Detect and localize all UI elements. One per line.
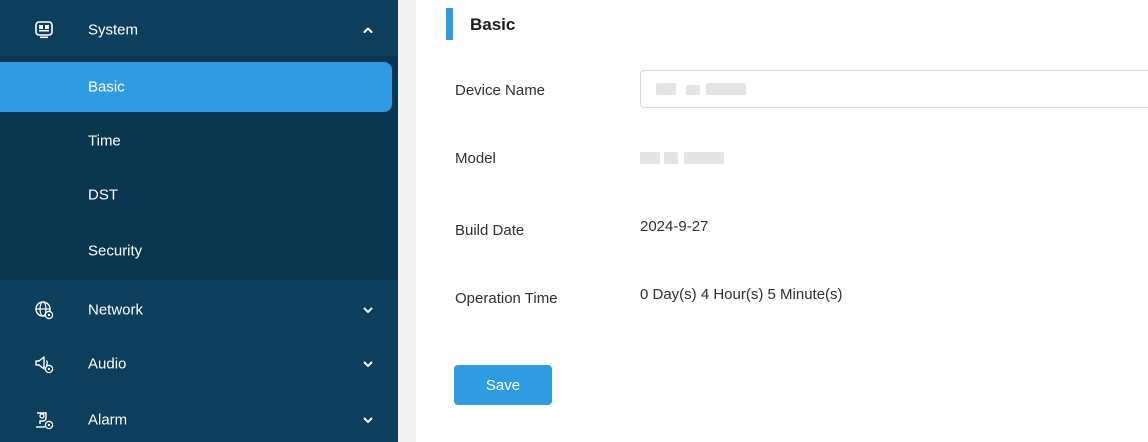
alarm-user-gear-icon	[36, 412, 54, 430]
chevron-down-icon	[363, 307, 373, 313]
sidebar-item-network[interactable]: Network	[0, 288, 398, 332]
build-date-value: 2024-9-27	[640, 218, 709, 235]
sidebar-item-security[interactable]: Security	[0, 226, 398, 276]
chevron-down-icon	[363, 361, 373, 367]
model-label: Model	[455, 150, 496, 167]
chevron-up-icon	[363, 27, 373, 33]
sidebar-item-time[interactable]: Time	[0, 116, 398, 166]
device-name-field-wrap	[640, 70, 1148, 108]
sidebar-item-label: Network	[88, 301, 144, 319]
sidebar-item-label: Basic	[88, 78, 125, 96]
operation-time-value: 0 Day(s) 4 Hour(s) 5 Minute(s)	[640, 286, 843, 303]
sidebar-item-label: Time	[88, 132, 121, 150]
sidebar-item-audio[interactable]: Audio	[0, 342, 398, 386]
app-window: System Basic Time DST Security Network A…	[0, 0, 1148, 442]
device-name-label: Device Name	[455, 82, 546, 99]
redacted-text	[706, 83, 746, 95]
sidebar-item-dst[interactable]: DST	[0, 170, 398, 220]
section-accent-bar	[446, 8, 453, 40]
monitor-icon	[35, 21, 53, 39]
sidebar-item-label: Audio	[88, 355, 127, 373]
chevron-down-icon	[363, 417, 373, 423]
build-date-label: Build Date	[455, 222, 525, 239]
globe-gear-icon	[35, 301, 54, 320]
sidebar: System Basic Time DST Security Network A…	[0, 0, 398, 442]
sidebar-item-label: Security	[88, 242, 143, 260]
sidebar-item-label: Alarm	[88, 411, 128, 429]
sidebar-item-basic[interactable]: Basic	[0, 62, 392, 112]
sidebar-item-label: DST	[88, 186, 118, 204]
redacted-text	[686, 85, 700, 95]
model-value	[640, 150, 730, 166]
content-gutter	[398, 0, 416, 442]
speaker-gear-icon	[35, 356, 54, 374]
sidebar-item-alarm[interactable]: Alarm	[0, 398, 398, 442]
save-button[interactable]: Save	[454, 365, 552, 405]
sidebar-item-system[interactable]: System	[0, 8, 398, 52]
section-title: Basic	[470, 15, 516, 34]
sidebar-item-label: System	[88, 21, 139, 39]
redacted-text	[656, 83, 676, 95]
operation-time-label: Operation Time	[455, 290, 558, 307]
main-content: Basic Device Name Model Build Date 2024-…	[398, 0, 1148, 442]
